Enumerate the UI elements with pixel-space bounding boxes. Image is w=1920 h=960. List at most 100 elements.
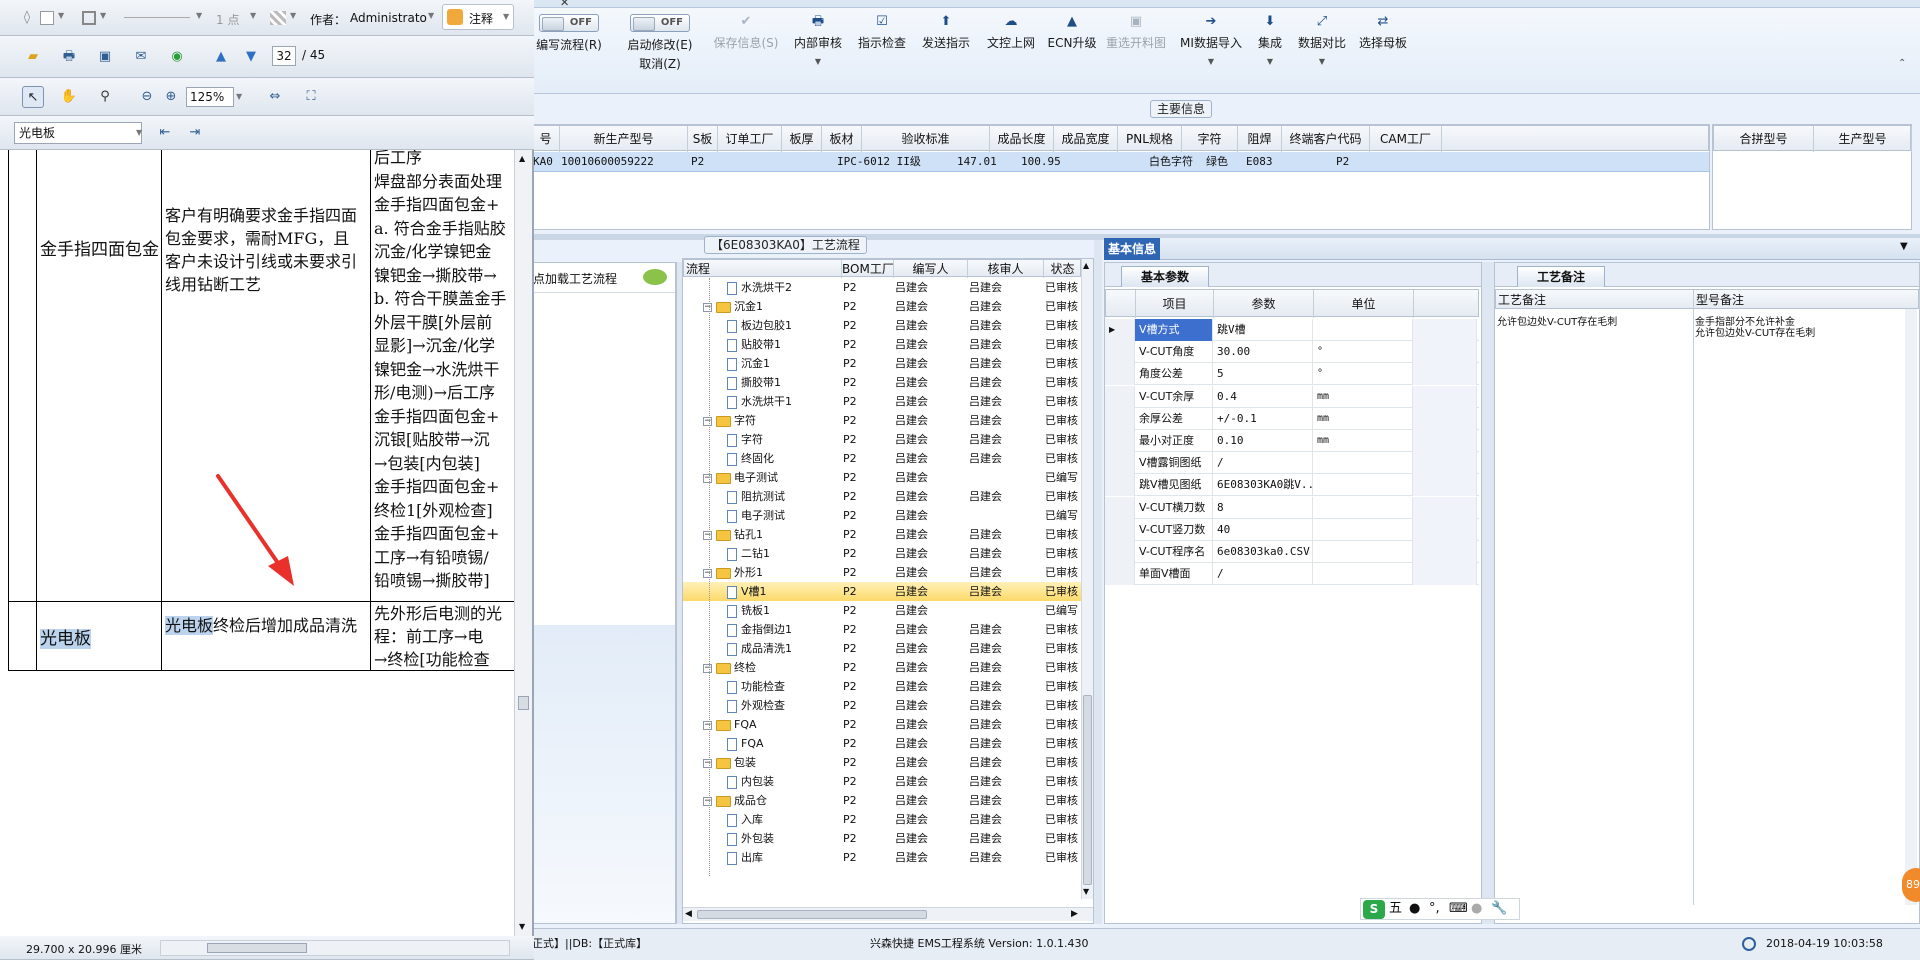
integrate-button[interactable]: ⬇ 集成 ▼ <box>1250 14 1290 84</box>
find-previous-icon[interactable]: ⇤ <box>154 122 176 144</box>
col-header[interactable]: 号 <box>532 126 560 152</box>
line-width-value[interactable]: 1 点 <box>216 11 239 28</box>
flow-tree-row[interactable]: − 电子测试 P2 吕建会 已编写 <box>683 468 1083 487</box>
flow-tree-row[interactable]: − 字符 P2 吕建会 吕建会 已审核 <box>683 411 1083 430</box>
col-header[interactable]: PNL规格 <box>1118 126 1182 152</box>
notification-badge[interactable]: 89 <box>1902 868 1920 902</box>
scroll-down-icon[interactable]: ▼ <box>519 922 525 931</box>
col-header[interactable]: CAM工厂 <box>1370 126 1442 152</box>
write-flow-button[interactable]: OFF 编写流程(R) <box>530 14 608 84</box>
ecn-upgrade-button[interactable]: ▲ ECN升级 <box>1044 14 1100 84</box>
instruction-check-button[interactable]: ☑ 指示检查 <box>852 14 912 84</box>
flow-tree-row[interactable]: 外包装 P2 吕建会 吕建会 已审核 <box>683 829 1083 848</box>
param-value-cell[interactable]: 30.00 <box>1213 341 1313 364</box>
col-header[interactable]: 验收标准 <box>862 126 990 152</box>
chevron-down-icon[interactable]: ▼ <box>136 128 142 137</box>
open-folder-icon[interactable]: ▰ <box>22 46 44 68</box>
collapse-icon[interactable]: − <box>703 473 712 483</box>
param-row[interactable]: V-CUT横刀数 8 <box>1105 496 1479 519</box>
flow-tree-row[interactable]: 成品清洗1 P2 吕建会 吕建会 已审核 <box>683 639 1083 658</box>
chevron-down-icon[interactable]: ▼ <box>250 11 256 20</box>
wrench-icon[interactable]: 🔧 <box>1491 899 1507 919</box>
col-header[interactable]: 终端客户代码 <box>1282 126 1370 152</box>
toolbar-expand-icon[interactable]: ⌃ <box>1898 58 1906 69</box>
zoom-out-icon[interactable]: ⊖ <box>136 86 158 108</box>
collapse-icon[interactable]: − <box>703 568 712 578</box>
flow-tree-row[interactable]: − 成品仓 P2 吕建会 吕建会 已审核 <box>683 791 1083 810</box>
flow-tree-row[interactable]: − 包装 P2 吕建会 吕建会 已审核 <box>683 753 1083 772</box>
internal-review-button[interactable]: 🖶 内部审核 ▼ <box>788 14 848 84</box>
line-style-select[interactable] <box>124 17 190 18</box>
panel-menu-icon[interactable]: ▼ <box>1900 241 1908 252</box>
author-value[interactable]: Administrato <box>350 11 427 25</box>
chevron-down-icon[interactable]: ▼ <box>100 11 106 20</box>
ime-mode-label[interactable]: 五 <box>1389 899 1402 919</box>
param-value-cell[interactable]: / <box>1213 452 1313 475</box>
flow-tree-row[interactable]: FQA P2 吕建会 吕建会 已审核 <box>683 734 1083 753</box>
next-page-icon[interactable]: ▼ <box>240 46 262 68</box>
prev-page-icon[interactable]: ▲ <box>210 46 232 68</box>
param-row[interactable]: 跳V槽见图纸 6E08303KA0跳V... <box>1105 474 1479 497</box>
param-row[interactable]: V-CUT竖刀数 40 <box>1105 518 1479 541</box>
fit-page-icon[interactable]: ⛶ <box>300 86 322 108</box>
param-value-cell[interactable]: 8 <box>1213 496 1313 519</box>
flow-tree-row[interactable]: 电子测试 P2 吕建会 已编写 <box>683 506 1083 525</box>
col-header[interactable]: 生产型号 <box>1814 126 1912 152</box>
save-info-button[interactable]: ✔ 保存信息(S) <box>710 14 782 84</box>
scroll-down-icon[interactable]: ▼ <box>1083 887 1089 896</box>
param-row[interactable]: V-CUT程序名 6e08303ka0.CSV <box>1105 541 1479 563</box>
hand-tool-icon[interactable]: ✋ <box>58 86 80 108</box>
chevron-down-icon[interactable]: ▼ <box>428 11 434 20</box>
flow-tree-row[interactable]: − 外形1 P2 吕建会 吕建会 已审核 <box>683 563 1083 582</box>
share-icon[interactable]: ◉ <box>166 46 188 68</box>
chevron-down-icon[interactable]: ▼ <box>1172 57 1250 66</box>
col-header[interactable]: 流程 <box>684 260 842 278</box>
fit-width-icon[interactable]: ⇔ <box>264 86 286 108</box>
horizontal-scrollbar[interactable]: ◀ ▶ <box>683 907 1093 921</box>
border-color-swatch[interactable] <box>82 11 96 25</box>
chevron-down-icon[interactable]: ▼ <box>236 92 242 101</box>
scroll-up-icon[interactable]: ▲ <box>1083 261 1089 270</box>
mi-data-import-button[interactable]: ➔ MI数据导入 ▼ <box>1172 14 1250 84</box>
param-value-cell[interactable]: 5 <box>1213 363 1313 386</box>
flow-tree-row[interactable]: 撕胶带1 P2 吕建会 吕建会 已审核 <box>683 373 1083 392</box>
param-row[interactable]: V-CUT余厚 0.4 mm <box>1105 385 1479 408</box>
col-header[interactable]: 板材 <box>822 126 862 152</box>
col-header[interactable]: 合拼型号 <box>1714 126 1814 152</box>
process-remark-text[interactable]: 允许包边处V-CUT存在毛刺 <box>1497 317 1691 328</box>
keyboard-icon[interactable]: ⌨ <box>1449 899 1468 919</box>
save-icon[interactable]: ▣ <box>94 46 116 68</box>
chevron-down-icon[interactable]: ▼ <box>290 11 296 20</box>
remarks-scrollbar[interactable] <box>1905 309 1917 905</box>
col-header[interactable]: 订单工厂 <box>718 126 782 152</box>
col-header[interactable]: 新生产型号 <box>560 126 688 152</box>
param-row[interactable]: 角度公差 5 ° <box>1105 363 1479 386</box>
param-value-cell[interactable]: 0.4 <box>1213 385 1313 408</box>
zoom-input[interactable]: 125% <box>186 87 234 107</box>
col-header[interactable]: 单位 <box>1314 290 1414 318</box>
collapse-icon[interactable]: − <box>703 530 712 540</box>
collapse-icon[interactable]: − <box>703 663 712 673</box>
col-header[interactable]: 编写人 <box>894 260 968 278</box>
collapse-icon[interactable]: − <box>703 720 712 730</box>
param-row[interactable]: V-CUT角度 30.00 ° <box>1105 341 1479 364</box>
collapse-icon[interactable]: − <box>703 302 712 312</box>
col-header[interactable]: S板 <box>688 126 718 152</box>
flow-tree-row[interactable]: 出库 P2 吕建会 吕建会 已审核 <box>683 848 1083 867</box>
flow-tree-row[interactable]: 水洗烘干1 P2 吕建会 吕建会 已审核 <box>683 392 1083 411</box>
param-value-cell[interactable]: +/-0.1 <box>1213 407 1313 430</box>
flow-tree-row[interactable]: 功能检查 P2 吕建会 吕建会 已审核 <box>683 677 1083 696</box>
col-header[interactable]: 型号备注 <box>1694 290 1920 310</box>
load-flow-link[interactable]: 点加载工艺流程 <box>531 263 675 293</box>
col-header[interactable]: 板厚 <box>782 126 822 152</box>
flow-tree-row[interactable]: − 终检 P2 吕建会 吕建会 已审核 <box>683 658 1083 677</box>
col-header[interactable]: 状态 <box>1044 260 1082 278</box>
flow-tree-row[interactable]: 入库 P2 吕建会 吕建会 已审核 <box>683 810 1083 829</box>
zoom-in-icon[interactable]: ⊕ <box>160 86 182 108</box>
chevron-down-icon[interactable]: ▼ <box>196 11 202 20</box>
page-number-input[interactable]: 32 <box>272 46 296 66</box>
find-next-icon[interactable]: ⇥ <box>184 122 206 144</box>
col-header[interactable]: 成品长度 <box>990 126 1054 152</box>
flow-tree-row[interactable]: 字符 P2 吕建会 吕建会 已审核 <box>683 430 1083 449</box>
col-header[interactable]: BOM工厂 <box>842 260 894 278</box>
